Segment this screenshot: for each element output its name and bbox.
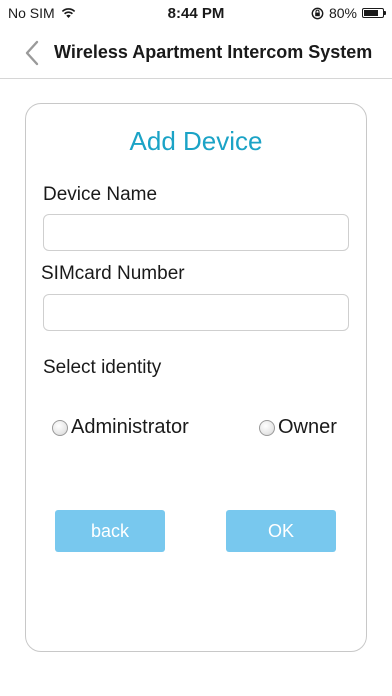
nav-bar: Wireless Apartment Intercom System <box>0 28 392 79</box>
identity-label: Select identity <box>43 357 162 378</box>
radio-button-icon[interactable] <box>52 419 68 436</box>
add-device-card: Add Device Device Name SIMcard Number Se… <box>25 103 367 652</box>
radio-administrator-label: Administrator <box>71 416 189 438</box>
page-title: Wireless Apartment Intercom System <box>54 42 373 62</box>
device-name-input[interactable] <box>43 214 349 251</box>
battery-level <box>364 10 379 16</box>
chevron-left-icon[interactable] <box>22 39 44 67</box>
back-button[interactable]: back <box>55 510 165 552</box>
device-name-label: Device Name <box>43 184 158 205</box>
battery-icon <box>362 8 386 18</box>
radio-administrator[interactable]: Administrator <box>52 416 189 439</box>
radio-owner[interactable]: Owner <box>259 416 337 439</box>
sim-number-label: SIMcard Number <box>41 263 185 284</box>
orientation-lock-icon <box>311 7 324 19</box>
status-right: 80% <box>311 5 386 21</box>
ok-button[interactable]: OK <box>226 510 336 552</box>
battery-percent: 80% <box>328 5 357 21</box>
sim-number-input[interactable] <box>43 294 349 331</box>
status-bar: No SIM 8:44 PM 80% <box>0 0 392 28</box>
form-title: Add Device <box>129 126 263 156</box>
radio-button-icon[interactable] <box>259 419 275 436</box>
radio-owner-label: Owner <box>278 416 337 438</box>
